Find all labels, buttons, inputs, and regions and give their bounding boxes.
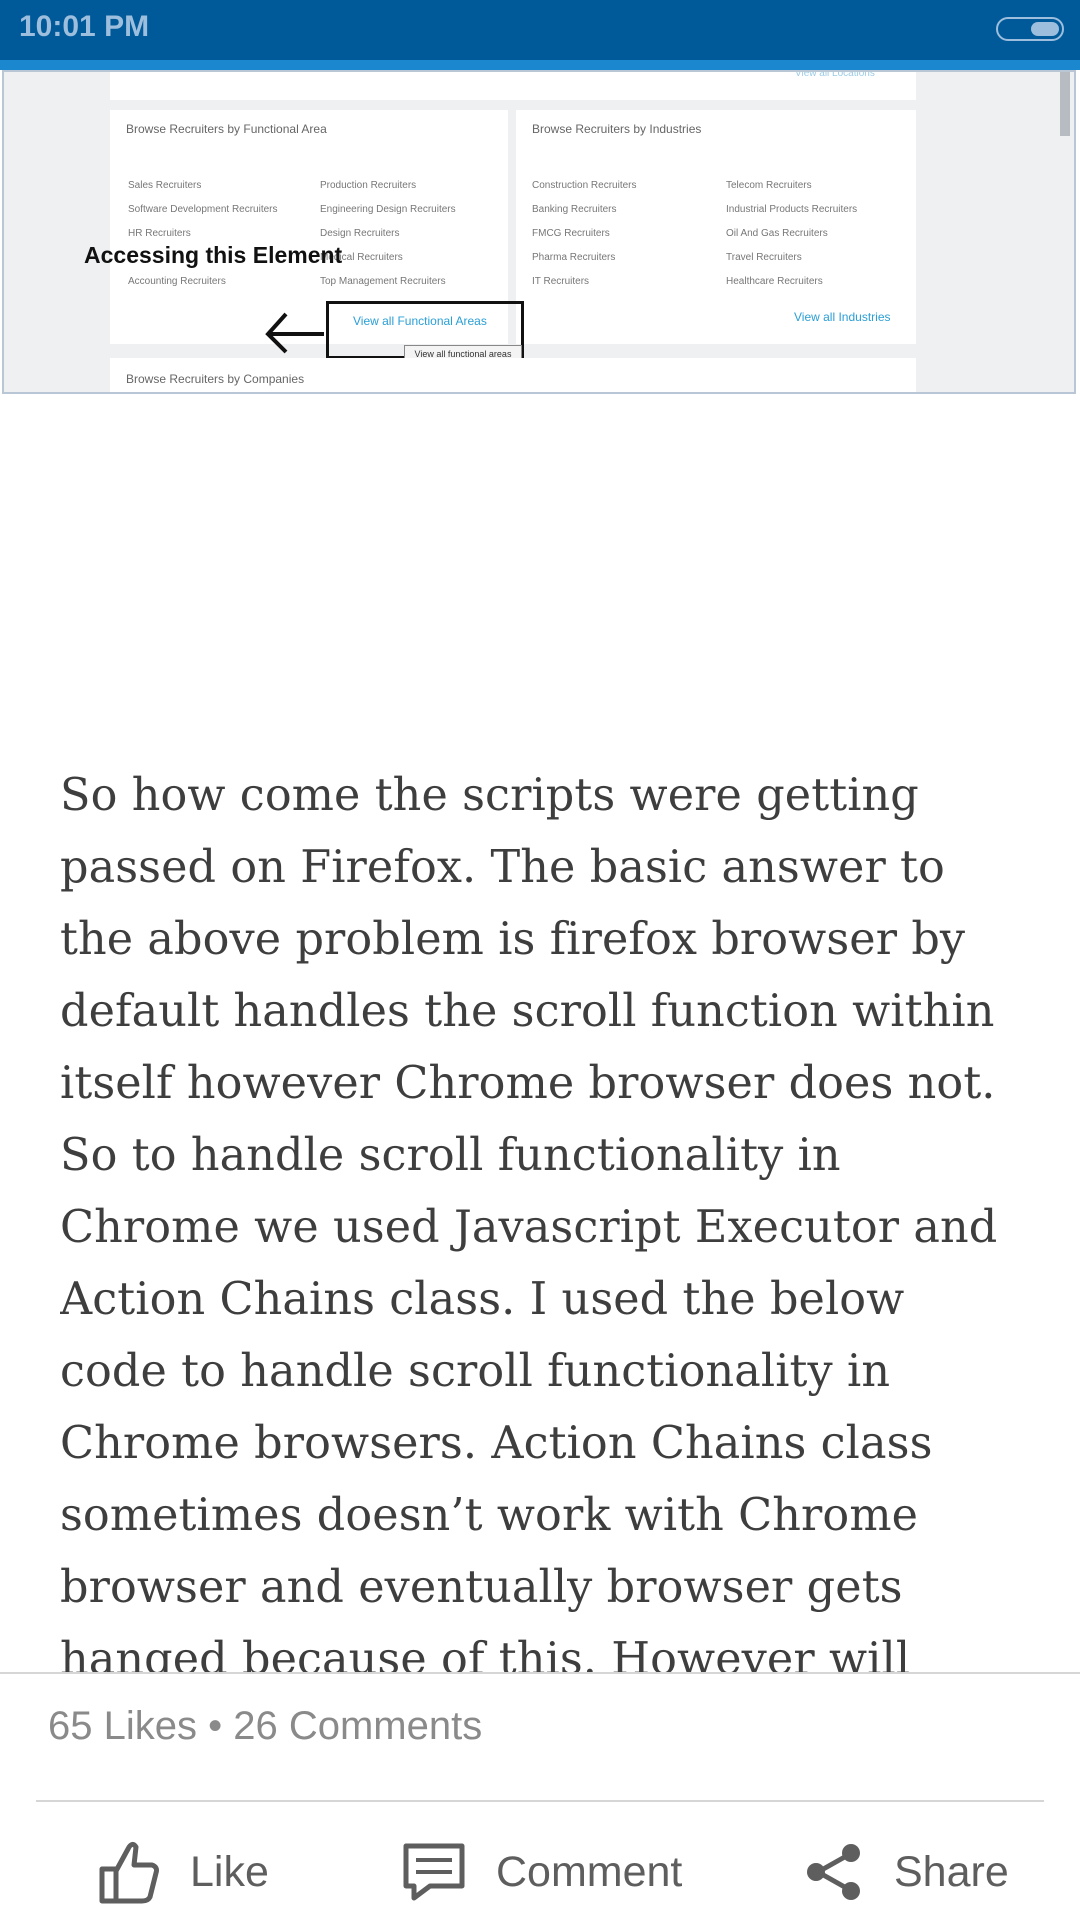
recruiter-link: Engineering Design Recruiters	[320, 204, 456, 215]
share-icon	[807, 1844, 860, 1900]
recruiter-link: Pharma Recruiters	[532, 252, 616, 263]
divider	[36, 1800, 1044, 1802]
arrow-left-icon	[265, 312, 324, 354]
recruiter-link: Telecom Recruiters	[726, 180, 812, 191]
engagement-counts[interactable]: 65 Likes • 26 Comments	[48, 1704, 482, 1749]
view-all-locations-link: View all Locations	[795, 70, 875, 79]
industries-title: Browse Recruiters by Industries	[532, 122, 702, 136]
thumbs-up-icon	[99, 1841, 159, 1904]
article-image[interactable]: View all Locations Browse Recruiters by …	[2, 70, 1076, 394]
recruiter-link: Production Recruiters	[320, 180, 417, 191]
recruiter-link: Banking Recruiters	[532, 204, 617, 215]
recruiter-link: Software Development Recruiters	[128, 204, 278, 215]
recruiter-link: FMCG Recruiters	[532, 228, 610, 239]
recruiter-link: IT Recruiters	[532, 276, 590, 287]
recruiter-link: Sales Recruiters	[128, 180, 202, 191]
locations-card: View all Locations	[110, 72, 916, 100]
comment-label: Comment	[496, 1847, 683, 1896]
battery-icon	[996, 17, 1064, 41]
social-action-bar: 65 Likes • 26 Comments Like Comment Shar…	[0, 1672, 1080, 1922]
recruiter-link: Industrial Products Recruiters	[726, 204, 858, 215]
comment-button[interactable]: Comment	[402, 1836, 682, 1908]
annotation-label: Accessing this Element	[84, 242, 343, 268]
image-scrollbar[interactable]	[1060, 72, 1070, 136]
status-time: 10:01 PM	[19, 10, 150, 43]
like-label: Like	[190, 1847, 269, 1896]
recruiter-link: Travel Recruiters	[726, 252, 802, 263]
recruiter-link: Oil And Gas Recruiters	[726, 228, 828, 239]
companies-card: Browse Recruiters by Companies	[110, 358, 916, 392]
comment-icon	[403, 1843, 465, 1901]
view-all-industries-link: View all Industries	[794, 310, 891, 324]
functional-area-title: Browse Recruiters by Functional Area	[126, 122, 327, 136]
share-label: Share	[894, 1847, 1009, 1896]
companies-title: Browse Recruiters by Companies	[126, 372, 305, 386]
recruiter-link: Design Recruiters	[320, 228, 400, 239]
recruiter-link: HR Recruiters	[128, 228, 191, 239]
separator-dot: •	[208, 1704, 223, 1748]
recruiter-link: Construction Recruiters	[532, 180, 637, 191]
likes-count[interactable]: 65 Likes	[48, 1704, 197, 1748]
view-all-functional-areas-link: View all Functional Areas	[353, 314, 487, 328]
like-button[interactable]: Like	[98, 1836, 269, 1908]
comments-count[interactable]: 26 Comments	[233, 1704, 482, 1748]
article-body: So how come the scripts were getting pas…	[60, 770, 998, 1672]
app-header-accent	[0, 60, 1080, 70]
industries-card: Browse Recruiters by Industries Construc…	[516, 110, 916, 344]
recruiter-link: Healthcare Recruiters	[726, 276, 823, 287]
status-bar: 10:01 PM	[0, 0, 1080, 60]
share-button[interactable]: Share	[804, 1836, 1009, 1908]
recruiter-link: Top Management Recruiters	[320, 276, 446, 287]
recruiter-link: Accounting Recruiters	[128, 276, 226, 287]
